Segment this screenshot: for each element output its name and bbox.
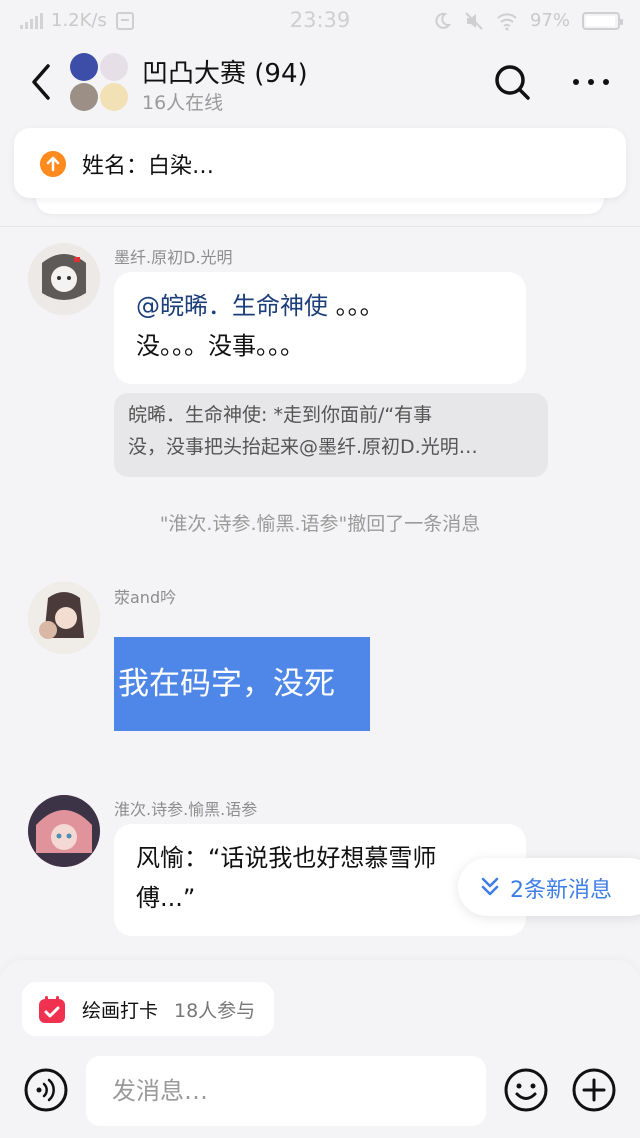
pinned-text: 姓名：白染… — [82, 154, 215, 179]
status-right: 97% — [432, 10, 623, 31]
member-avatar — [100, 83, 128, 111]
sender-name[interactable]: 墨纤.原初D.光明 — [114, 244, 233, 268]
moon-icon — [435, 12, 452, 29]
avatar-image — [28, 795, 100, 867]
checkin-count: 18人参与 — [174, 1000, 256, 1022]
chat-header: 凹凸大赛 (94) 16人在线 — [0, 44, 640, 124]
avatar[interactable] — [28, 243, 100, 315]
group-title[interactable]: 凹凸大赛 (94) — [142, 53, 308, 90]
message-line: @皖晞．生命神使 。。。 — [136, 286, 504, 326]
online-count: 16人在线 — [142, 92, 224, 114]
member-avatar — [100, 53, 128, 81]
quote-line: 没，没事把头抬起来@墨纤.原初D.光明… — [128, 436, 478, 458]
double-chevron-down-icon — [481, 877, 499, 896]
message-line: 没。。。没事。。。 — [136, 332, 304, 360]
composer-panel: 绘画打卡 18人参与 — [0, 960, 640, 1138]
sender-name[interactable]: 淮次.诗参.愉黑.语参 — [114, 796, 257, 820]
message-line: 傅...” — [136, 884, 196, 912]
drawing-checkin-chip[interactable]: 绘画打卡 18人参与 — [22, 982, 274, 1036]
mute-icon — [465, 11, 483, 30]
battery-level — [586, 15, 615, 26]
member-avatar — [70, 83, 98, 111]
back-chevron-icon[interactable] — [22, 60, 62, 104]
mention-tail: 。。。 — [328, 292, 384, 320]
more-dots-icon[interactable] — [566, 62, 616, 102]
mention-link[interactable]: @皖晞．生命神使 — [136, 292, 328, 320]
system-message: "淮次.诗参.愉黑.语参"撤回了一条消息 — [159, 513, 481, 535]
battery-percent: 97% — [529, 10, 570, 31]
checkin-label: 绘画打卡 — [82, 1000, 159, 1022]
message-bubble[interactable]: @皖晞．生命神使 。。。 没。。。没事。。。 — [114, 272, 526, 384]
new-messages-label: 2条新消息 — [510, 878, 612, 903]
divider — [0, 226, 640, 227]
search-icon[interactable] — [492, 62, 532, 102]
voice-icon[interactable] — [24, 1068, 68, 1112]
sender-name[interactable]: 荥and吟 — [114, 584, 176, 608]
battery-icon — [582, 11, 623, 30]
member-avatar — [70, 53, 98, 81]
upload-arrow-icon — [40, 151, 66, 177]
pinned-message[interactable]: 姓名：白染… — [14, 128, 626, 198]
group-avatar[interactable] — [70, 53, 128, 111]
message-line: 风愉：“话说我也好想慕雪师 — [136, 844, 437, 872]
quote-line: 皖晞．生命神使: *走到你面前/“有事 — [128, 404, 433, 426]
avatar-image — [28, 243, 100, 315]
status-bar: 1.2K/s 23:39 97% — [0, 0, 640, 44]
emoji-icon[interactable] — [504, 1068, 548, 1112]
message-input[interactable] — [86, 1056, 486, 1126]
plus-icon[interactable] — [572, 1068, 616, 1112]
new-messages-button[interactable]: 2条新消息 — [458, 858, 640, 916]
avatar[interactable] — [28, 795, 100, 867]
quoted-message[interactable]: 皖晞．生命神使: *走到你面前/“有事 没，没事把头抬起来@墨纤.原初D.光明… — [114, 393, 548, 477]
wifi-icon — [497, 12, 517, 30]
calendar-icon — [39, 996, 65, 1023]
avatar-image — [28, 582, 100, 654]
avatar[interactable] — [28, 582, 100, 654]
message-bubble-selected[interactable]: 我在码字，没死 — [114, 637, 370, 731]
